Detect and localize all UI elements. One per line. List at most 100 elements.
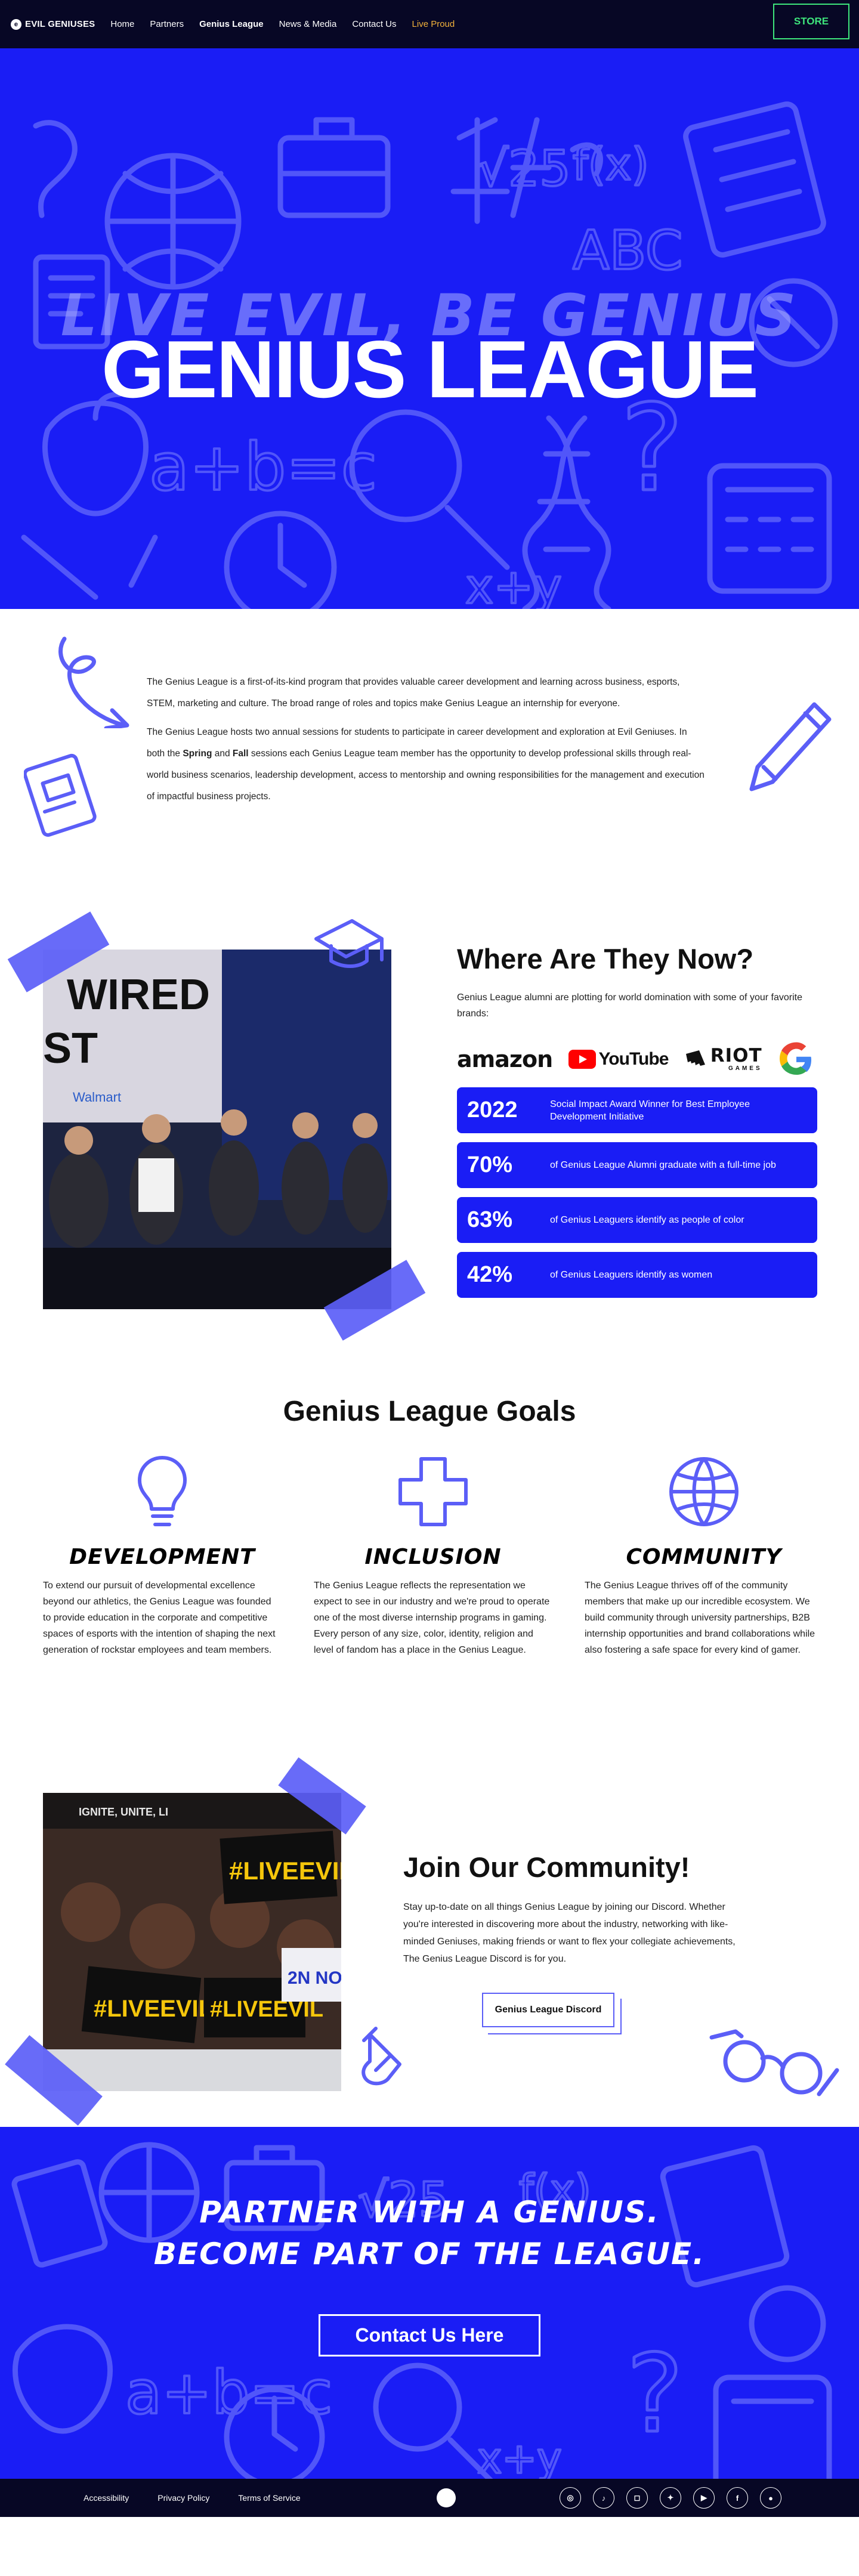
logo-text: EVIL GENIUSES <box>25 19 95 29</box>
footer-accessibility[interactable]: Accessibility <box>84 2493 129 2503</box>
svg-text:?: ? <box>626 2332 684 2457</box>
where-subtitle: Genius League alumni are plotting for wo… <box>457 992 802 1019</box>
nav-genius-league[interactable]: Genius League <box>199 19 264 29</box>
riot-word: RIOT <box>710 1045 762 1066</box>
photo-sign-walmart: Walmart <box>73 1090 121 1105</box>
school-doodle-pattern: √25 f(x) a+b=c ? x+y <box>11 2142 832 2479</box>
photo-sign-liveevil: #LIVEEVIL <box>229 1857 341 1885</box>
stat-text: Social Impact Award Winner for Best Empl… <box>550 1099 750 1122</box>
svg-text:a+b=c: a+b=c <box>149 429 377 505</box>
panel-photo-illustration: WIRED ST Walmart <box>43 950 391 1309</box>
stat-card: 63% of Genius Leaguers identify as peopl… <box>457 1197 817 1243</box>
stat-text: of Genius League Alumni graduate with a … <box>550 1160 776 1170</box>
youtube-logo: YouTube <box>568 1049 669 1069</box>
instagram-icon[interactable]: ◻ <box>626 2487 648 2509</box>
partner-section: √25 f(x) a+b=c ? x+y PARTNER WITH A GENI… <box>0 2127 859 2479</box>
stat-text: of Genius Leaguers identify as people of… <box>550 1215 744 1225</box>
partner-line-2: BECOME PART OF THE LEAGUE. <box>153 2237 706 2271</box>
stat-value: 70% <box>467 1152 513 1177</box>
goals-title: Genius League Goals <box>283 1396 576 1427</box>
community-section: IGNITE, UNITE, LI #LIVEEVIL #LIVEEVIL #L… <box>0 1757 859 2127</box>
goal-label: COMMUNITY <box>626 1545 782 1569</box>
intro-paragraph-1: The Genius League is a first-of-its-kind… <box>147 677 680 709</box>
photo-sign-handwritten: 2N NOC <box>288 1968 341 1988</box>
eg-logo[interactable]: e EVIL GENIUSES <box>11 18 95 30</box>
footer-terms-of-service[interactable]: Terms of Service <box>238 2493 300 2503</box>
goal-text: The Genius League thrives off of the com… <box>585 1581 815 1655</box>
youtube-play-icon <box>568 1050 596 1069</box>
goals-section: Genius League Goals DEVELOPMENT To exten… <box>0 1369 859 1757</box>
graduation-cap-icon <box>314 919 384 968</box>
footer-privacy-policy[interactable]: Privacy Policy <box>157 2493 209 2503</box>
photo-sign-st: ST <box>43 1025 98 1072</box>
squiggle-arrow-icon <box>58 636 129 728</box>
youtube-icon[interactable]: ▶ <box>693 2487 715 2509</box>
svg-text:x+y: x+y <box>465 559 562 609</box>
hero: √25 f(x) ABC a+b=c ? x+y LIVE EVIL, BE G… <box>0 48 859 609</box>
photo-sign-liveevil: #LIVEEVIL <box>94 1996 213 2022</box>
discord-icon[interactable]: ◎ <box>560 2487 581 2509</box>
goal-icon-wrap <box>314 1453 552 1534</box>
contact-us-button[interactable]: Contact Us Here <box>319 2314 540 2357</box>
tiktok-icon[interactable]: ♪ <box>593 2487 614 2509</box>
footer: Accessibility Privacy Policy Terms of Se… <box>0 2479 859 2517</box>
test-tube-icon <box>361 2027 401 2086</box>
stat-text: of Genius Leaguers identify as women <box>550 1270 713 1280</box>
goal-icon-wrap <box>43 1453 282 1534</box>
stat-card: 2022 Social Impact Award Winner for Best… <box>457 1087 817 1133</box>
goal-text: To extend our pursuit of developmental e… <box>43 1581 276 1655</box>
plus-icon <box>398 1457 468 1526</box>
notebook-icon <box>24 753 97 837</box>
goal-development: DEVELOPMENT To extend our pursuit of dev… <box>43 1453 282 1658</box>
discord-button[interactable]: Genius League Discord <box>482 1993 622 2034</box>
nav-news-media[interactable]: News & Media <box>279 19 337 29</box>
goal-community: COMMUNITY The Genius League thrives off … <box>585 1453 823 1658</box>
intro-paragraph-2: The Genius League hosts two annual sessi… <box>147 722 707 808</box>
nav-contact-us[interactable]: Contact Us <box>352 19 396 29</box>
riot-fist-icon <box>685 1050 705 1066</box>
community-text: Stay up-to-date on all things Genius Lea… <box>403 1902 736 1964</box>
alumni-brands: amazon YouTube RIOT GAMES <box>457 1038 815 1080</box>
nav-live-proud[interactable]: Live Proud <box>412 19 455 29</box>
fall-label: Fall <box>232 749 249 759</box>
lightbulb-icon <box>138 1456 187 1526</box>
nav-home[interactable]: Home <box>110 19 134 29</box>
glasses-icon <box>709 2029 839 2096</box>
goal-text: The Genius League reflects the represent… <box>314 1581 550 1655</box>
twitter-icon[interactable]: ✦ <box>660 2487 681 2509</box>
goal-icon-wrap <box>585 1453 823 1534</box>
panel-photo: WIRED ST Walmart <box>43 950 391 1309</box>
stat-card: 42% of Genius Leaguers identify as women <box>457 1252 817 1298</box>
store-button[interactable]: STORE <box>773 4 849 39</box>
svg-text:f(x): f(x) <box>573 139 649 190</box>
facebook-icon[interactable]: f <box>727 2487 748 2509</box>
spring-label: Spring <box>183 749 212 759</box>
stat-value: 2022 <box>467 1097 518 1122</box>
photo-sign-wired: WIRED <box>67 971 210 1019</box>
reddit-icon[interactable]: ● <box>760 2487 781 2509</box>
riot-games-logo: RIOT GAMES <box>684 1047 762 1072</box>
svg-text:ABC: ABC <box>573 219 683 282</box>
stats-list: 2022 Social Impact Award Winner for Best… <box>457 1087 817 1307</box>
nav-partners[interactable]: Partners <box>150 19 184 29</box>
svg-text:√25: √25 <box>477 141 571 197</box>
intro-p2-part: and <box>212 749 233 759</box>
fans-photo-illustration: IGNITE, UNITE, LI #LIVEEVIL #LIVEEVIL #L… <box>43 1793 341 2091</box>
fans-photo: IGNITE, UNITE, LI #LIVEEVIL #LIVEEVIL #L… <box>43 1793 341 2091</box>
google-logo-icon <box>779 1042 811 1075</box>
photo-banner-text: IGNITE, UNITE, LI <box>79 1806 168 1818</box>
social-links: ◎ ♪ ◻ ✦ ▶ f ● <box>560 2487 781 2509</box>
partner-line-1: PARTNER WITH A GENIUS. <box>199 2195 660 2229</box>
intro-section: The Genius League is a first-of-its-kind… <box>0 609 859 892</box>
stat-card: 70% of Genius League Alumni graduate wit… <box>457 1142 817 1188</box>
stat-value: 42% <box>467 1262 513 1287</box>
eg-footer-logo-icon[interactable] <box>437 2488 456 2507</box>
intro-text: The Genius League is a first-of-its-kind… <box>147 672 707 808</box>
svg-text:x+y: x+y <box>477 2434 562 2479</box>
riot-wordmark: RIOT GAMES <box>710 1047 762 1072</box>
goal-inclusion: INCLUSION The Genius League reflects the… <box>314 1453 552 1658</box>
community-title: Join Our Community! <box>403 1851 690 1883</box>
youtube-wordmark: YouTube <box>598 1049 669 1069</box>
top-nav: e EVIL GENIUSES Home Partners Genius Lea… <box>0 0 859 48</box>
pencil-icon <box>749 702 832 791</box>
